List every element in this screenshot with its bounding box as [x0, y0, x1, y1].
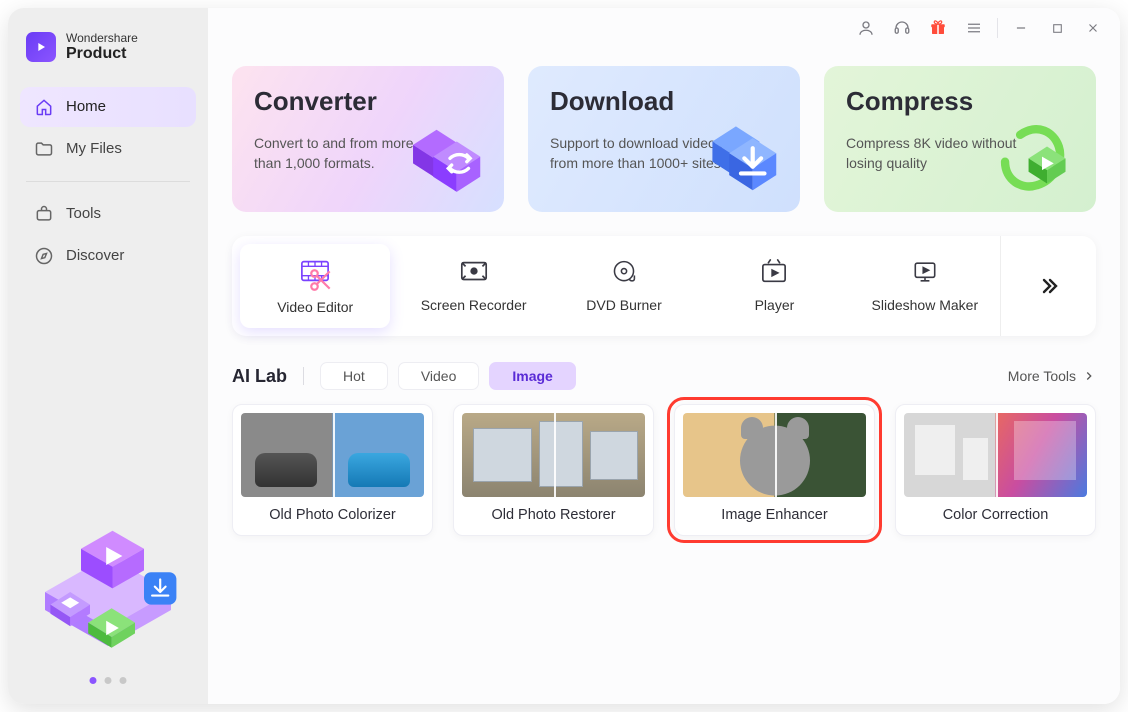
- tool-player[interactable]: Player: [699, 236, 849, 336]
- ai-lab-item-label: Image Enhancer: [683, 507, 866, 523]
- tools-more[interactable]: [1000, 236, 1096, 336]
- app-window: Wondershare Product Home My Files Tools …: [8, 8, 1120, 704]
- brand-bottom: Product: [66, 45, 138, 63]
- main-area: Converter Convert to and from more than …: [208, 8, 1120, 704]
- card-converter[interactable]: Converter Convert to and from more than …: [232, 66, 504, 212]
- carousel-dot[interactable]: [90, 677, 97, 684]
- chevron-right-icon: [1082, 369, 1096, 383]
- pill-video[interactable]: Video: [398, 362, 480, 390]
- sidebar-item-label: Tools: [66, 205, 101, 222]
- brand-logo-icon: [26, 32, 56, 62]
- tool-label: Slideshow Maker: [872, 297, 979, 313]
- titlebar: [208, 8, 1120, 48]
- ai-lab-title: AI Lab: [232, 366, 287, 387]
- toolbox-icon: [34, 204, 54, 224]
- tool-label: Player: [755, 297, 795, 313]
- carousel-dot[interactable]: [105, 677, 112, 684]
- player-icon: [759, 259, 789, 285]
- sidebar-item-home[interactable]: Home: [20, 87, 196, 127]
- dvd-burner-icon: [609, 259, 639, 285]
- ai-lab-pills: Hot Video Image: [320, 362, 576, 390]
- screen-recorder-icon: [459, 259, 489, 285]
- converter-icon: [408, 118, 492, 202]
- tools-strip: Video Editor Screen Recorder DVD Burner …: [232, 236, 1096, 336]
- compass-icon: [34, 246, 54, 266]
- ai-lab-grid: Old Photo Colorizer Old Photo Restorer I…: [232, 404, 1096, 536]
- card-title: Converter: [254, 86, 482, 117]
- scissors-icon: [306, 267, 336, 293]
- card-download[interactable]: Download Support to download videos from…: [528, 66, 800, 212]
- pill-hot[interactable]: Hot: [320, 362, 388, 390]
- sidebar-item-label: Home: [66, 98, 106, 115]
- more-tools-link[interactable]: More Tools: [1008, 368, 1096, 384]
- ai-lab-item-label: Old Photo Colorizer: [241, 507, 424, 523]
- sidebar-separator: [26, 181, 190, 182]
- sidebar-item-my-files[interactable]: My Files: [20, 129, 196, 169]
- account-icon[interactable]: [849, 13, 883, 43]
- ai-lab-item-color-correction[interactable]: Color Correction: [895, 404, 1096, 536]
- sidebar-promo-art: [8, 492, 208, 692]
- compress-icon: [1000, 118, 1084, 202]
- card-compress[interactable]: Compress Compress 8K video without losin…: [824, 66, 1096, 212]
- ai-lab-header: AI Lab Hot Video Image More Tools: [232, 362, 1096, 390]
- window-maximize[interactable]: [1040, 13, 1074, 43]
- card-desc: Convert to and from more than 1,000 form…: [254, 133, 434, 174]
- thumbnail-icon: [462, 413, 645, 497]
- brand: Wondershare Product: [26, 32, 190, 63]
- support-icon[interactable]: [885, 13, 919, 43]
- slideshow-maker-icon: [910, 259, 940, 285]
- card-title: Compress: [846, 86, 1074, 117]
- ai-lab-item-colorizer[interactable]: Old Photo Colorizer: [232, 404, 433, 536]
- gift-icon[interactable]: [921, 13, 955, 43]
- download-icon: [704, 118, 788, 202]
- home-icon: [34, 97, 54, 117]
- window-close[interactable]: [1076, 13, 1110, 43]
- content: Converter Convert to and from more than …: [208, 48, 1120, 704]
- ai-lab-item-enhancer[interactable]: Image Enhancer: [674, 404, 875, 536]
- tool-label: Screen Recorder: [421, 297, 527, 313]
- feature-cards: Converter Convert to and from more than …: [232, 66, 1096, 212]
- card-title: Download: [550, 86, 778, 117]
- card-desc: Compress 8K video without losing quality: [846, 133, 1026, 174]
- thumbnail-icon: [683, 413, 866, 497]
- ai-lab-item-restorer[interactable]: Old Photo Restorer: [453, 404, 654, 536]
- sidebar-nav: Home My Files Tools Discover: [20, 87, 196, 276]
- sidebar: Wondershare Product Home My Files Tools …: [8, 8, 208, 704]
- thumbnail-icon: [904, 413, 1087, 497]
- tool-label: DVD Burner: [586, 297, 661, 313]
- tool-video-editor[interactable]: Video Editor: [240, 244, 390, 328]
- sidebar-item-discover[interactable]: Discover: [20, 236, 196, 276]
- brand-top: Wondershare: [66, 32, 138, 45]
- chevrons-right-icon: [1037, 274, 1061, 298]
- carousel-dot[interactable]: [120, 677, 127, 684]
- window-minimize[interactable]: [1004, 13, 1038, 43]
- sidebar-item-label: Discover: [66, 247, 124, 264]
- tool-slideshow-maker[interactable]: Slideshow Maker: [850, 236, 1000, 336]
- ai-lab-item-label: Color Correction: [904, 507, 1087, 523]
- carousel-dots: [90, 677, 127, 684]
- folder-icon: [34, 139, 54, 159]
- sidebar-item-tools[interactable]: Tools: [20, 194, 196, 234]
- card-desc: Support to download videos from more tha…: [550, 133, 730, 174]
- pill-image[interactable]: Image: [489, 362, 575, 390]
- sidebar-item-label: My Files: [66, 140, 122, 157]
- ai-lab-item-label: Old Photo Restorer: [462, 507, 645, 523]
- tool-dvd-burner[interactable]: DVD Burner: [549, 236, 699, 336]
- thumbnail-icon: [241, 413, 424, 497]
- tool-screen-recorder[interactable]: Screen Recorder: [398, 236, 548, 336]
- menu-icon[interactable]: [957, 13, 991, 43]
- tool-label: Video Editor: [277, 299, 353, 315]
- more-tools-label: More Tools: [1008, 368, 1076, 384]
